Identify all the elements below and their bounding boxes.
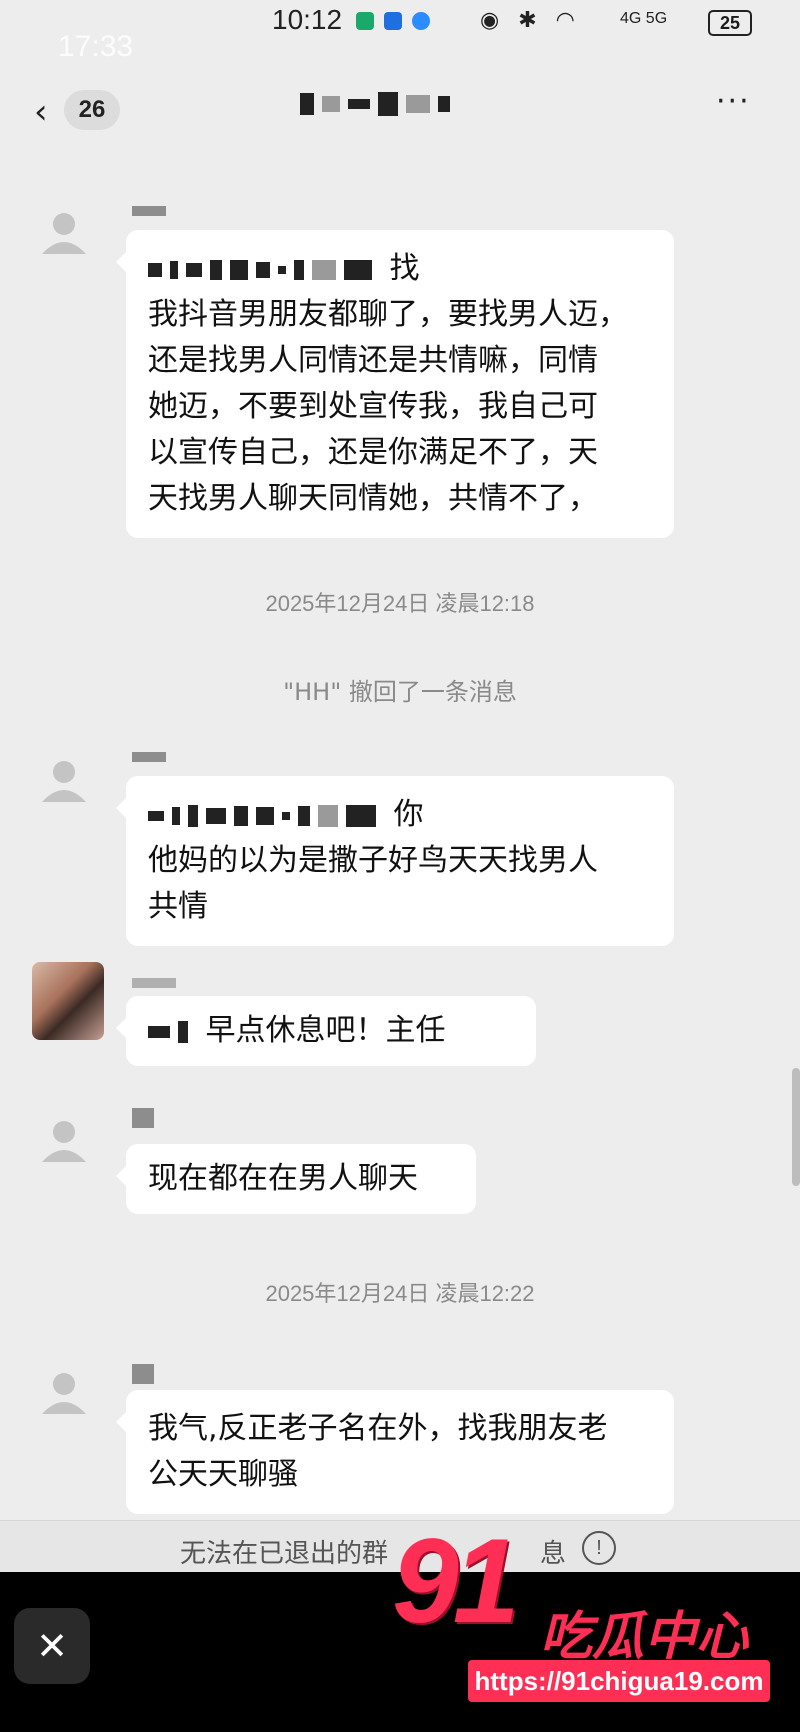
message-first-line: 你 bbox=[148, 792, 652, 838]
avatar[interactable] bbox=[36, 1364, 92, 1420]
avatar[interactable] bbox=[36, 752, 92, 808]
sender-name-censored bbox=[132, 206, 166, 216]
message-bubble[interactable]: 现在都在在男人聊天 bbox=[116, 1144, 476, 1214]
message-bubble[interactable]: 我气,反正老子名在外，找我朋友老 公天天聊骚 bbox=[116, 1390, 674, 1514]
message-line: 他妈的以为是撒子好鸟天天找男人 bbox=[148, 843, 598, 878]
timestamp: 2025年12月24日 凌晨12:22 bbox=[265, 1281, 535, 1306]
message-bubble[interactable]: 找 我抖音男朋友都聊了，要找男人迈， 还是找男人同情还是共情嘛，同情 她迈，不要… bbox=[116, 230, 674, 538]
avatar[interactable] bbox=[36, 204, 92, 260]
chat-header: ‹ 26 ··· bbox=[0, 70, 800, 150]
default-avatar-icon bbox=[42, 761, 86, 802]
message-text-tail: 找 bbox=[389, 251, 420, 286]
system-message: "HH" 撤回了一条消息 bbox=[283, 678, 517, 706]
message-bubble[interactable]: 早点休息吧！主任 bbox=[116, 996, 536, 1066]
signal-icon: 4G 5G bbox=[620, 10, 668, 27]
app-notification-icon bbox=[412, 12, 430, 30]
more-options-icon[interactable]: ··· bbox=[716, 84, 751, 119]
wifi-icon: ◠ bbox=[555, 8, 581, 33]
unread-count-badge: 26 bbox=[64, 90, 120, 130]
sender-name-censored bbox=[132, 978, 176, 988]
status-time-ghost: 17:33 bbox=[58, 30, 134, 63]
chevron-left-icon: ‹ bbox=[34, 92, 48, 132]
notice-text-tail: 息 bbox=[540, 1539, 567, 1569]
eye-icon: ◉ bbox=[480, 8, 506, 33]
message-first-line: 找 bbox=[148, 246, 652, 292]
message-line: 我气,反正老子名在外，找我朋友老 bbox=[148, 1411, 608, 1446]
status-bar: 10:12 17:33 ◉ ✱ ◠ 4G 5G 25 bbox=[0, 0, 800, 63]
bluetooth-icon: ✱ bbox=[518, 8, 543, 33]
scrollbar[interactable] bbox=[792, 1068, 800, 1186]
message-line: 以宣传自己，还是你满足不了，天 bbox=[148, 435, 598, 470]
avatar[interactable] bbox=[36, 1112, 92, 1168]
message-line: 还是找男人同情还是共情嘛，同情 bbox=[148, 343, 598, 378]
message-text: 早点休息吧！主任 bbox=[205, 1013, 446, 1048]
message-line: 共情 bbox=[148, 889, 208, 924]
watermark-number: 91 bbox=[392, 1514, 520, 1648]
watermark-url[interactable]: https://91chigua19.com bbox=[468, 1660, 770, 1702]
watermark-chinese: 吃瓜中心 bbox=[540, 1607, 749, 1667]
chat-title-censored bbox=[300, 92, 500, 128]
sender-name-censored bbox=[132, 1108, 154, 1128]
app-notification-icon bbox=[384, 12, 402, 30]
message-text: 现在都在在男人聊天 bbox=[148, 1161, 418, 1196]
status-icons: ◉ ✱ ◠ bbox=[480, 8, 581, 33]
message-text-tail: 你 bbox=[393, 797, 424, 832]
close-button[interactable]: ✕ bbox=[14, 1608, 90, 1684]
info-icon[interactable]: ! bbox=[582, 1531, 616, 1565]
default-avatar-icon bbox=[42, 1121, 86, 1162]
message-line: 她迈，不要到处宣传我，我自己可 bbox=[148, 389, 598, 424]
sender-name-censored bbox=[132, 1364, 154, 1384]
status-time: 10:12 bbox=[272, 4, 343, 35]
app-notification-icon bbox=[356, 12, 374, 30]
notice-text: 无法在已退出的群 bbox=[180, 1539, 389, 1569]
default-avatar-icon bbox=[42, 1373, 86, 1414]
message-line: 公天天聊骚 bbox=[148, 1457, 298, 1492]
back-button[interactable]: ‹ 26 bbox=[28, 88, 128, 134]
timestamp: 2025年12月24日 凌晨12:18 bbox=[265, 591, 535, 616]
default-avatar-icon bbox=[42, 213, 86, 254]
message-bubble[interactable]: 你 他妈的以为是撒子好鸟天天找男人 共情 bbox=[116, 776, 674, 946]
avatar-photo[interactable] bbox=[32, 962, 104, 1040]
message-line: 天找男人聊天同情她，共情不了， bbox=[148, 481, 598, 516]
battery-icon: 25 bbox=[708, 10, 752, 36]
message-line: 我抖音男朋友都聊了，要找男人迈， bbox=[148, 297, 628, 332]
sender-name-censored bbox=[132, 752, 166, 762]
